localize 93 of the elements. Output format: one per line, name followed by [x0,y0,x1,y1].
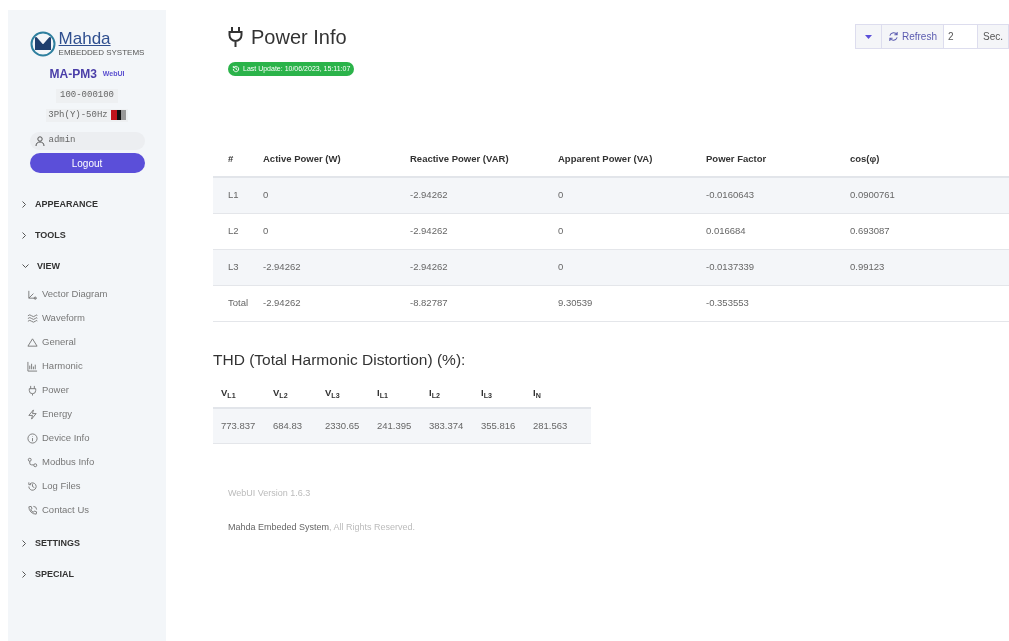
chevron-down-icon [22,264,29,269]
version-text: WebUI Version 1.6.3 [228,487,312,501]
column-header: Power Factor [706,152,768,167]
table-cell-text: 383.374 [429,419,465,434]
dropdown-button[interactable] [855,25,882,48]
column-header: Apparent Power (VA) [558,152,654,167]
column-header: # [228,152,235,167]
table-cell-text: 773.837 [221,419,257,434]
refresh-icon [887,31,899,42]
triangle-icon [27,336,38,348]
chevron-right-icon [22,571,27,578]
column-header: V$_{L2}$ [273,386,289,401]
table-cell-text: -0.0137339 [706,260,756,275]
table-cell-text: Total [228,296,250,311]
logo-tagline: EMBEDDED SYSTEMS [58,48,145,57]
table-cell-text: -2.94262 [263,260,302,275]
column-header: Reactive Power (VAR) [410,152,510,167]
bars-icon [27,360,38,372]
nav-section[interactable]: APPEARANCE [8,189,166,220]
table-cell-text: L2 [228,224,240,239]
info-icon [27,432,38,444]
nodes-icon [27,456,38,468]
nav-section[interactable]: SPECIAL [8,559,166,590]
chevron-right-icon [22,540,27,547]
nav-item[interactable]: Modbus Info [8,450,166,474]
nav-section[interactable]: SETTINGS [8,528,166,559]
unit-label: Sec. [978,25,1008,48]
phase-color-icon [110,110,126,121]
table-cell-text: 241.395 [377,419,413,434]
table-cell-text: 0.99123 [850,260,886,275]
nav-item[interactable]: Power [8,378,166,402]
table-cell-text: 0 [558,224,565,239]
nav-item[interactable]: Device Info [8,426,166,450]
nav-item[interactable]: General [8,330,166,354]
caret-icon [864,34,872,39]
column-header: V$_{L3}$ [325,386,341,401]
page-title: Power Info [251,25,347,50]
table-cell-text: 0 [263,188,270,203]
logout-button[interactable]: Logout [29,153,145,173]
table-cell-text: -0.0160643 [706,188,756,203]
table-cell-text: 684.83 [273,419,304,434]
vector-icon [27,288,38,300]
column-header: V$_{L1}$ [221,386,237,401]
nav-item[interactable]: Log Files [8,474,166,498]
model-name: MA-PM3 [49,66,97,83]
logo-text: Mahda [58,30,112,48]
table-cell-text: 9.30539 [558,296,594,311]
table-cell-text: 0.693087 [850,224,891,239]
table-cell-text: -8.82787 [410,296,449,311]
refresh-button[interactable]: Refresh [881,25,944,48]
table-cell-text: 0.0900761 [850,188,896,203]
column-header: Active Power (W) [263,152,342,167]
nav-item[interactable]: Harmonic [8,354,166,378]
phone-icon [27,504,38,516]
table-cell-text: -0.353553 [706,296,750,311]
bolt-icon [27,408,38,420]
table-cell-text: L3 [228,260,240,275]
table-cell-text: -2.94262 [410,188,449,203]
nav-section[interactable]: TOOLS [8,220,166,251]
column-header: I$_{L2}$ [429,386,441,401]
table-cell-text: -2.94262 [410,260,449,275]
thd-title: THD (Total Harmonic Distortion) (%): [213,350,467,370]
history-icon [232,65,240,73]
nav-item[interactable]: Energy [8,402,166,426]
nav-item[interactable]: Contact Us [8,498,166,522]
column-header: I$_{L3}$ [481,386,493,401]
chevron-right-icon [22,201,27,208]
serial-number: 100-000100 [56,89,118,103]
nav-item[interactable]: Waveform [8,306,166,330]
config-text: 3Ph(Y)-50Hz [48,108,108,122]
table-cell-text: 2330.65 [325,419,361,434]
table-cell-text: -2.94262 [263,296,302,311]
table-cell-text: 0.016684 [706,224,747,239]
user-icon [34,136,45,146]
chevron-right-icon [22,232,27,239]
table-cell-text: 0 [263,224,270,239]
table-cell-text: 355.816 [481,419,517,434]
plug-icon [27,384,38,396]
table-cell-text: 281.563 [533,419,569,434]
wave-icon [27,312,38,324]
history-icon [27,480,38,492]
table-cell-text: 0 [558,188,565,203]
nav-section[interactable]: VIEW [8,251,166,282]
column-header: I$_{N}$ [533,386,542,401]
table-cell-text: -2.94262 [410,224,449,239]
user-field: admin [29,132,145,150]
plug-icon [228,26,243,48]
column-header: I$_{L1}$ [377,386,389,401]
table-cell-text: L1 [228,188,240,203]
nav-item[interactable]: Vector Diagram [8,282,166,306]
table-cell-text: 0 [558,260,565,275]
logo-icon [29,30,56,57]
column-header: cos(φ) [850,152,881,167]
